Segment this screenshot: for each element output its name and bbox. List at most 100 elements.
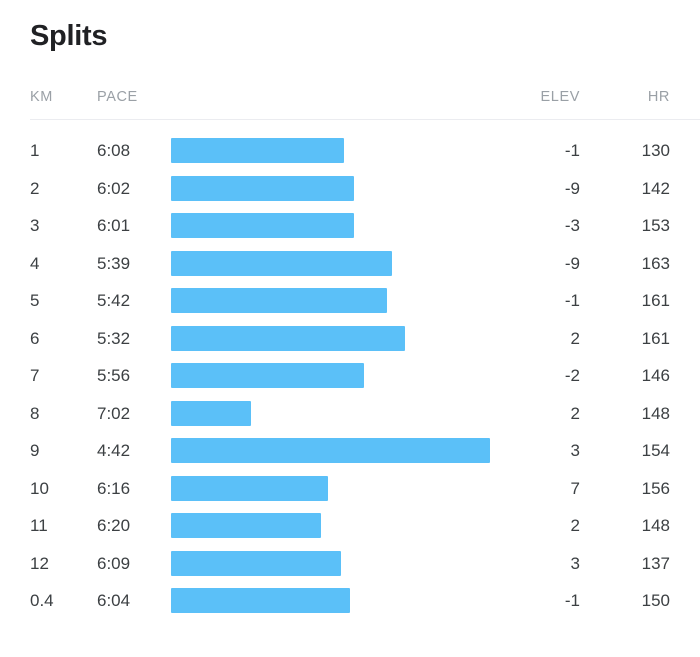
pace-bar-cell (171, 250, 392, 276)
cell-elev: -1 (564, 291, 580, 310)
cell-hr: 142 (641, 178, 670, 198)
cell-pace: 6:04 (97, 591, 131, 610)
pace-bar (171, 550, 341, 576)
cell-pace: 6:02 (97, 178, 131, 198)
pace-bar-cell (171, 363, 364, 388)
pace-bar (171, 475, 328, 501)
cell-elev: -1 (564, 591, 580, 610)
cell-hr: 148 (641, 516, 670, 535)
column-header-elev: ELEV (540, 89, 580, 105)
cell-hr: 148 (641, 403, 670, 423)
cell-km: 9 (30, 441, 40, 460)
pace-bar-cell (171, 288, 387, 313)
pace-bar (171, 363, 364, 388)
cell-hr: 150 (641, 591, 670, 610)
cell-km: 1 (30, 141, 40, 160)
cell-hr: 137 (641, 553, 670, 573)
cell-elev: 2 (570, 328, 580, 348)
pace-bar-cell (171, 550, 341, 576)
cell-elev: -1 (564, 141, 580, 160)
cell-elev: 2 (570, 403, 580, 423)
cell-elev: -3 (564, 216, 580, 235)
table-row: 1 6:08 -1 130 (0, 132, 700, 170)
pace-bar-cell (171, 325, 405, 351)
cell-elev: -2 (564, 366, 580, 385)
cell-pace: 5:32 (97, 328, 131, 348)
cell-pace: 6:01 (97, 216, 131, 235)
cell-pace: 5:56 (97, 366, 131, 385)
pace-bar-cell (171, 138, 344, 163)
table-row: 6 5:32 2 161 (0, 320, 700, 358)
cell-pace: 6:20 (97, 516, 131, 535)
splits-panel: Splits KM PACE ELEV HR 1 6:08 -1 130 2 6:02 -9… (0, 0, 700, 657)
cell-km: 6 (30, 328, 40, 348)
pace-bar-cell (171, 175, 354, 201)
table-row: 0.4 6:04 -1 150 (0, 582, 700, 620)
pace-bar (171, 288, 387, 313)
cell-hr: 156 (641, 478, 670, 498)
pace-bar (171, 175, 354, 201)
pace-bar (171, 325, 405, 351)
table-row: 2 6:02 -9 142 (0, 170, 700, 208)
column-header-pace: PACE (97, 89, 138, 105)
cell-pace: 4:42 (97, 441, 131, 460)
pace-bar-cell (171, 213, 354, 238)
pace-bar (171, 250, 392, 276)
cell-pace: 7:02 (97, 403, 131, 423)
cell-pace: 6:08 (97, 141, 131, 160)
pace-bar-cell (171, 400, 251, 426)
table-row: 3 6:01 -3 153 (0, 207, 700, 245)
cell-km: 12 (30, 553, 49, 573)
pace-bar-cell (171, 475, 328, 501)
cell-hr: 161 (641, 328, 670, 348)
page-title: Splits (30, 20, 108, 52)
pace-bar-cell (171, 513, 321, 538)
table-row: 5 5:42 -1 161 (0, 282, 700, 320)
table-row: 9 4:42 3 154 (0, 432, 700, 470)
cell-pace: 6:09 (97, 553, 131, 573)
table-row: 10 6:16 7 156 (0, 470, 700, 508)
table-header-row: KM PACE ELEV HR (0, 80, 700, 120)
pace-bar (171, 438, 490, 463)
cell-km: 5 (30, 291, 40, 310)
cell-pace: 5:42 (97, 291, 131, 310)
cell-elev: 3 (570, 441, 580, 460)
cell-elev: 3 (570, 553, 580, 573)
column-header-hr: HR (647, 89, 670, 105)
cell-elev: 2 (570, 516, 580, 535)
table-row: 7 5:56 -2 146 (0, 357, 700, 395)
cell-hr: 154 (641, 441, 670, 460)
table-row: 12 6:09 3 137 (0, 545, 700, 583)
table-row: 11 6:20 2 148 (0, 507, 700, 545)
cell-hr: 153 (641, 216, 670, 235)
table-row: 8 7:02 2 148 (0, 395, 700, 433)
cell-hr: 163 (641, 253, 670, 273)
cell-km: 11 (30, 516, 48, 535)
pace-bar-cell (171, 438, 490, 463)
cell-km: 4 (30, 253, 40, 273)
cell-km: 10 (30, 478, 49, 498)
pace-bar-cell (171, 588, 350, 613)
cell-km: 8 (30, 403, 40, 423)
pace-bar (171, 138, 344, 163)
table-body: 1 6:08 -1 130 2 6:02 -9 142 3 6:01 -3 153 4 5:39 -9 163… (0, 119, 700, 620)
cell-pace: 5:39 (97, 253, 131, 273)
cell-elev: -9 (564, 178, 580, 198)
cell-km: 2 (30, 178, 40, 198)
column-header-km: KM (30, 89, 53, 105)
cell-km: 3 (30, 216, 40, 235)
cell-elev: 7 (570, 478, 580, 498)
cell-hr: 161 (641, 291, 670, 310)
cell-hr: 130 (641, 141, 670, 160)
pace-bar (171, 400, 251, 426)
splits-table: KM PACE ELEV HR 1 6:08 -1 130 2 6:02 -9 142 3 6:0… (0, 80, 700, 620)
cell-km: 0.4 (30, 591, 54, 610)
pace-bar (171, 213, 354, 238)
pace-bar (171, 513, 321, 538)
cell-elev: -9 (564, 253, 580, 273)
cell-pace: 6:16 (97, 478, 131, 498)
cell-hr: 146 (641, 366, 670, 385)
cell-km: 7 (30, 366, 40, 385)
pace-bar (171, 588, 350, 613)
table-row: 4 5:39 -9 163 (0, 245, 700, 283)
